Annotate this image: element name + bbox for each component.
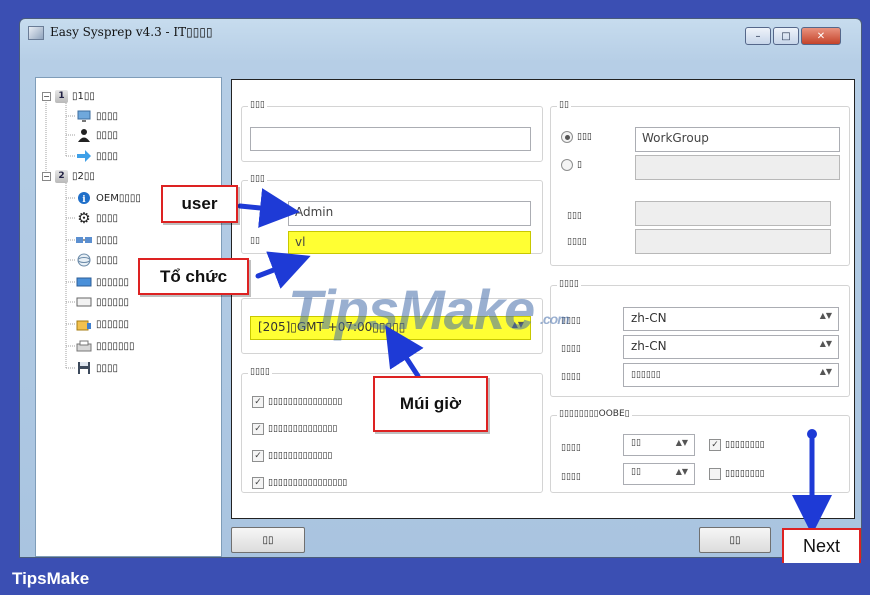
arrow-to-user: [237, 188, 300, 228]
annotation-arrows: [237, 188, 832, 535]
arrow-to-organization: [255, 251, 311, 289]
footer-brand: TipsMake: [12, 569, 90, 588]
callout-timezone: Múi giờ: [373, 376, 488, 432]
next-button[interactable]: Next: [782, 528, 861, 563]
arrow-to-timezone: [385, 325, 424, 379]
footer-bar: TipsMake: [0, 563, 870, 595]
callout-organization: Tổ chức: [138, 258, 249, 295]
arrow-dot: [807, 429, 817, 439]
callout-user: user: [161, 185, 238, 223]
